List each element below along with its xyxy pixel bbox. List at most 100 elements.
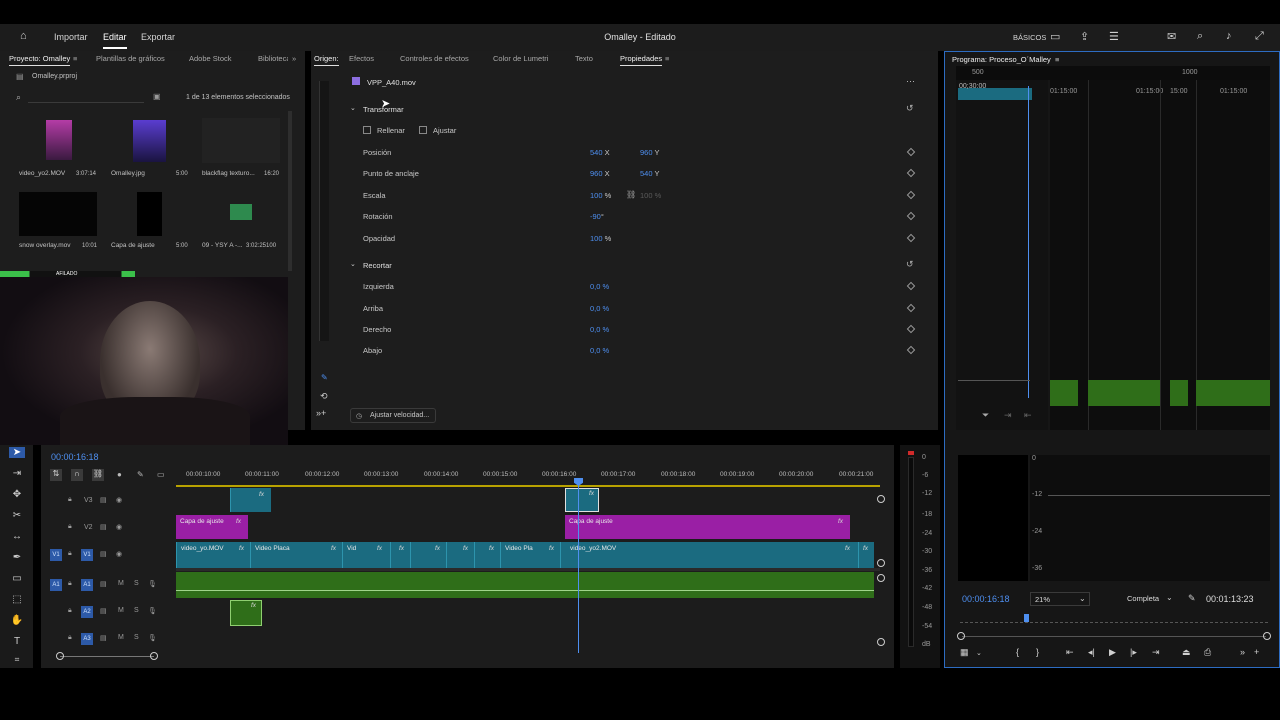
tab-library[interactable]: Biblioteca — [258, 54, 288, 63]
position-y[interactable]: 960 Y — [640, 148, 659, 157]
rotation-value[interactable]: -90° — [590, 212, 604, 221]
crop-left-value[interactable]: 0,0 % — [590, 282, 609, 291]
program-zoom-bar[interactable] — [962, 636, 1266, 637]
program-scrub-ruler[interactable] — [960, 617, 1268, 623]
more-tabs-icon[interactable]: » — [292, 54, 296, 63]
transform-tool-icon[interactable]: ⬚ — [9, 594, 25, 605]
add-button-icon[interactable]: + — [1254, 647, 1259, 657]
solo-icon[interactable]: S — [134, 607, 139, 614]
scroll-handle[interactable] — [877, 495, 885, 503]
ripple-edit-icon[interactable]: ✥ — [9, 489, 25, 500]
fullscreen-icon[interactable]: ⤢ — [1255, 30, 1264, 43]
zoom-handle-left[interactable] — [957, 632, 965, 640]
zoom-handle-right[interactable] — [1263, 632, 1271, 640]
chevron-down-icon[interactable]: ⌄ — [350, 260, 356, 268]
more-controls-icon[interactable]: » — [1240, 647, 1245, 657]
source-patch-a1[interactable]: A1 — [50, 579, 62, 591]
mark-out-icon[interactable]: } — [1036, 647, 1039, 657]
crop-section-title[interactable]: Recortar — [363, 261, 392, 270]
zoom-select[interactable]: 21% ⌄ — [1030, 592, 1090, 606]
tab-text[interactable]: Texto — [575, 54, 593, 63]
tab-project[interactable]: Proyecto: Omalley — [9, 54, 71, 66]
timeline-playhead[interactable] — [578, 478, 579, 653]
fit-icon[interactable] — [419, 126, 427, 134]
timeline-clip[interactable]: Video Pla fx — [500, 542, 560, 568]
mini-scroll[interactable] — [958, 380, 1030, 386]
timeline-clip[interactable]: fx — [410, 542, 446, 568]
sync-lock-icon[interactable]: ▤ — [100, 496, 107, 504]
tab-adobe-stock[interactable]: Adobe Stock — [189, 54, 232, 63]
scale-value[interactable]: 100 % — [590, 191, 611, 200]
comment-icon[interactable]: ✉ — [1167, 30, 1176, 43]
source-patch-v1[interactable]: V1 — [50, 549, 62, 561]
tab-effects[interactable]: Efectos — [349, 54, 374, 63]
timeline-clip-adjustment[interactable]: Capa de ajuste fx — [565, 515, 850, 539]
lift-icon[interactable]: ⏏ — [1182, 647, 1191, 658]
new-bin-icon[interactable]: ▣ — [153, 92, 161, 101]
eye-icon[interactable]: ◉ — [116, 496, 122, 504]
go-to-out-icon[interactable]: ⇥ — [1152, 647, 1160, 658]
crop-bottom-value[interactable]: 0,0 % — [590, 346, 609, 355]
go-to-in-icon[interactable]: ⇤ — [1066, 647, 1074, 658]
slip-tool-icon[interactable]: ↔ — [9, 531, 25, 542]
tab-effect-controls[interactable]: Controles de efectos — [400, 54, 469, 63]
scroll-handle[interactable] — [877, 638, 885, 646]
tab-properties[interactable]: Propiedades — [620, 54, 663, 66]
solo-icon[interactable]: S — [134, 580, 139, 587]
timeline-clip[interactable]: fx — [474, 542, 500, 568]
sync-lock-icon[interactable]: ▤ — [100, 634, 107, 642]
more-options-icon[interactable]: ⋯ — [906, 76, 915, 87]
timeline-clip-adjustment[interactable]: Capa de ajuste fx — [176, 515, 248, 539]
reset-icon[interactable]: ↺ — [906, 259, 914, 270]
solo-icon[interactable]: S — [134, 634, 139, 641]
zoom-handle-left[interactable] — [56, 652, 64, 660]
program-playhead[interactable] — [1024, 614, 1029, 622]
menu-export[interactable]: Exportar — [141, 32, 175, 42]
properties-menu-icon[interactable]: ≡ — [665, 54, 669, 63]
pen-icon[interactable]: ✎ — [321, 373, 328, 382]
timeline-clip[interactable]: fx — [390, 542, 410, 568]
adjust-speed-button[interactable]: ◷ Ajustar velocidad... — [350, 408, 436, 423]
audio-file-icon[interactable] — [230, 204, 252, 220]
mic-icon[interactable]: 🎙︎ — [148, 607, 157, 615]
fill-icon[interactable] — [363, 126, 371, 134]
share-icon[interactable]: ⇪ — [1080, 30, 1089, 43]
fill-label[interactable]: Rellenar — [377, 126, 405, 135]
timeline-clip[interactable]: Vid fx — [342, 542, 390, 568]
menu-import[interactable]: Importar — [54, 32, 88, 42]
timeline-timecode[interactable]: 00:00:16:18 — [51, 452, 99, 462]
search-icon[interactable]: ⌕ — [1197, 30, 1203, 43]
scroll-handle[interactable] — [877, 574, 885, 582]
rectangle-tool-icon[interactable]: ▭ — [9, 573, 25, 584]
loop-icon[interactable]: ⟲ — [320, 391, 328, 402]
workspace-panel-icon[interactable]: ▭ — [1050, 30, 1060, 43]
volume-icon[interactable]: ♪ — [1226, 30, 1232, 42]
list-icon[interactable]: ☰ — [1109, 30, 1119, 43]
thumbnail-adjustment-layer[interactable] — [137, 192, 162, 236]
lock-icon[interactable]: 🔒︎ — [68, 550, 72, 558]
home-icon[interactable]: ⌂ — [20, 30, 27, 42]
workspace-label[interactable]: BÁSICOS — [1013, 33, 1046, 42]
link-icon[interactable]: ⛓ — [626, 190, 636, 199]
mic-icon[interactable]: 🎙︎ — [148, 580, 157, 588]
tab-graphics-templates[interactable]: Plantillas de gráficos — [96, 54, 165, 63]
mute-icon[interactable]: M — [118, 634, 124, 641]
audio-clip-a1[interactable] — [176, 572, 874, 598]
program-title[interactable]: Programa: Proceso_O´Malley — [952, 55, 1051, 64]
scroll-handle[interactable] — [877, 559, 885, 567]
eye-icon[interactable]: ◉ — [116, 550, 122, 558]
audio-clip-a2[interactable]: fx — [230, 600, 262, 626]
anchor-x[interactable]: 960 X — [590, 169, 610, 178]
sync-lock-icon[interactable]: ▤ — [100, 607, 107, 615]
wrench-icon[interactable]: ✎ — [1188, 593, 1196, 604]
program-menu-icon[interactable]: ≡ — [1055, 55, 1059, 64]
settings-wrench-icon[interactable]: ✎ — [137, 470, 144, 479]
track-select-icon[interactable]: ⇥ — [9, 468, 25, 479]
export-frame-icon[interactable]: ⎙ — [1204, 647, 1211, 658]
lock-icon[interactable]: 🔒︎ — [68, 496, 72, 504]
project-search-input[interactable] — [28, 91, 144, 103]
thumbnail-snow-overlay[interactable] — [19, 192, 97, 236]
sync-lock-icon[interactable]: ▤ — [100, 580, 107, 588]
tab-source[interactable]: Origen: — [314, 54, 339, 66]
thumbnail-omalley-jpg[interactable] — [133, 120, 166, 162]
